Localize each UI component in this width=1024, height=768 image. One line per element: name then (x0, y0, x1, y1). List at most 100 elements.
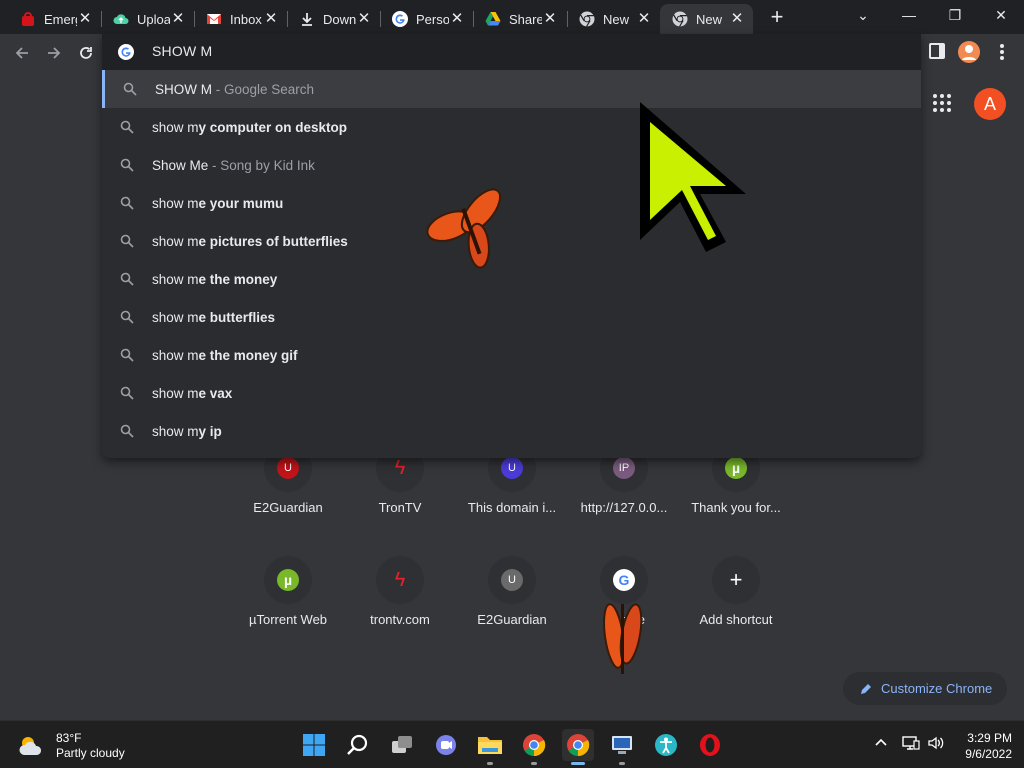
tab-separator (380, 11, 381, 27)
customize-chrome-label: Customize Chrome (881, 681, 993, 696)
tab-search-button[interactable]: ⌄ (840, 0, 886, 30)
suggestion-text: SHOW M - Google Search (155, 82, 314, 97)
omnibox-suggestion[interactable]: show me the money gif (102, 336, 921, 374)
omnibox-suggestion[interactable]: SHOW M - Google Search (102, 70, 921, 108)
omnibox-suggestion[interactable]: show my computer on desktop (102, 108, 921, 146)
browser-tab[interactable]: New ✕ (660, 4, 753, 34)
file-explorer-button[interactable] (474, 729, 506, 765)
shortcut-label: TronTV (378, 500, 422, 515)
reload-button[interactable] (72, 39, 100, 67)
side-panel-icon[interactable] (929, 43, 945, 59)
shortcut-favicon: U (277, 457, 299, 479)
network-icon[interactable] (902, 735, 920, 754)
shortcut-favicon: ϟ (394, 456, 406, 479)
browser-tab[interactable]: Share ✕ (473, 4, 566, 34)
person-icon (962, 45, 976, 60)
tab-separator (567, 11, 568, 27)
close-tab-icon[interactable]: ✕ (449, 11, 465, 27)
close-tab-icon[interactable]: ✕ (636, 11, 652, 27)
person-circle-icon (655, 734, 677, 756)
customize-chrome-button[interactable]: Customize Chrome (843, 672, 1007, 705)
omnibox[interactable]: SHOW M (102, 34, 921, 70)
volume-icon[interactable] (927, 735, 945, 754)
shortcut-label: E2Guardian (253, 500, 323, 515)
accessibility-app-button[interactable] (650, 729, 682, 761)
close-tab-icon[interactable]: ✕ (356, 11, 372, 27)
tab-strip: Emerg✕Uploa✕Inbox✕Down✕Perso✕Share✕New✕N… (0, 0, 1024, 34)
close-tab-icon[interactable]: ✕ (729, 11, 745, 27)
search-icon (120, 234, 134, 251)
clock-date: 9/6/2022 (965, 747, 1012, 761)
maximize-button[interactable]: ❐ (932, 0, 978, 30)
shortcut-tile[interactable]: ϟ trontv.com (344, 556, 456, 652)
shortcut-tile[interactable]: µ µTorrent Web (232, 556, 344, 652)
close-tab-icon[interactable]: ✕ (77, 11, 93, 27)
running-indicator (619, 762, 625, 765)
browser-tab[interactable]: Down ✕ (287, 4, 380, 34)
minimize-button[interactable]: — (886, 0, 932, 30)
shortcut-tile[interactable]: + Add shortcut (680, 556, 792, 652)
monitor-icon (612, 736, 632, 754)
new-tab-button[interactable]: + (764, 6, 790, 30)
chrome-taskbar-button[interactable] (518, 729, 550, 765)
account-avatar[interactable]: A (974, 88, 1006, 120)
browser-tab[interactable]: Perso ✕ (380, 4, 473, 34)
weather-widget[interactable]: 83°F Partly cloudy (18, 731, 125, 761)
chrome-icon (579, 11, 595, 27)
suggestion-completion: e your mumu (198, 195, 284, 211)
search-button[interactable] (342, 729, 374, 761)
close-tab-icon[interactable]: ✕ (263, 11, 279, 27)
chrome-active-taskbar-button[interactable] (562, 729, 594, 765)
browser-tab[interactable]: New ✕ (567, 4, 660, 34)
suggestion-description: - Google Search (212, 81, 315, 97)
shortcut-label: http://127.0.0... (580, 500, 668, 515)
download-icon (299, 11, 315, 27)
google-apps-icon[interactable] (933, 94, 951, 112)
profile-button[interactable] (958, 41, 980, 63)
task-view-icon (392, 736, 412, 753)
shortcut-label: Add shortcut (699, 612, 773, 627)
tab-separator (473, 11, 474, 27)
chrome-icon (672, 11, 688, 27)
start-button[interactable] (298, 729, 330, 761)
omnibox-suggestion[interactable]: show me vax (102, 374, 921, 412)
omnibox-suggestion[interactable]: Show Me - Song by Kid Ink (102, 146, 921, 184)
omnibox-suggestion[interactable]: show me butterflies (102, 298, 921, 336)
gmail-icon (206, 11, 222, 27)
shortcut-tile[interactable]: U This domain i... (456, 444, 568, 540)
shortcut-tile[interactable]: µ Thank you for... (680, 444, 792, 540)
teams-chat-button[interactable] (430, 729, 462, 761)
browser-tab[interactable]: Emerg✕ (8, 4, 101, 34)
suggestion-completion: e butterflies (198, 309, 276, 325)
suggestion-text: show me the money gif (152, 348, 298, 363)
back-button[interactable] (8, 39, 36, 67)
suggestion-completion: e pictures of butterflies (198, 233, 348, 249)
shortcut-tile[interactable]: U E2Guardian (232, 444, 344, 540)
close-tab-icon[interactable]: ✕ (170, 11, 186, 27)
remote-desktop-button[interactable] (606, 729, 638, 765)
opera-button[interactable] (694, 729, 726, 761)
search-icon (120, 196, 134, 213)
clock[interactable]: 3:29 PM 9/6/2022 (952, 730, 1012, 762)
suggestion-prefix: show m (152, 233, 199, 249)
tab-separator (101, 11, 102, 27)
reload-icon (80, 47, 92, 59)
close-tab-icon[interactable]: ✕ (542, 11, 558, 27)
shortcut-tile[interactable]: ϟ TronTV (344, 444, 456, 540)
omnibox-input[interactable]: SHOW M (152, 43, 212, 59)
grid-dot (940, 108, 944, 112)
show-hidden-icons-button[interactable] (874, 735, 888, 752)
browser-tab[interactable]: Inbox ✕ (194, 4, 287, 34)
suggestion-prefix: show m (152, 119, 199, 135)
tab-title: New (603, 11, 630, 27)
forward-button[interactable] (40, 39, 68, 67)
browser-tab[interactable]: Uploa ✕ (101, 4, 194, 34)
close-window-button[interactable]: ✕ (978, 0, 1024, 30)
shortcut-tile[interactable]: IP http://127.0.0... (568, 444, 680, 540)
suggestion-text: Show Me - Song by Kid Ink (152, 158, 315, 173)
omnibox-suggestion[interactable]: show my ip (102, 412, 921, 450)
shortcut-tile[interactable]: U E2Guardian (456, 556, 568, 652)
task-view-button[interactable] (386, 729, 418, 761)
chrome-menu-button[interactable] (996, 42, 1008, 62)
shortcut-icon-circle: ϟ (376, 556, 424, 604)
